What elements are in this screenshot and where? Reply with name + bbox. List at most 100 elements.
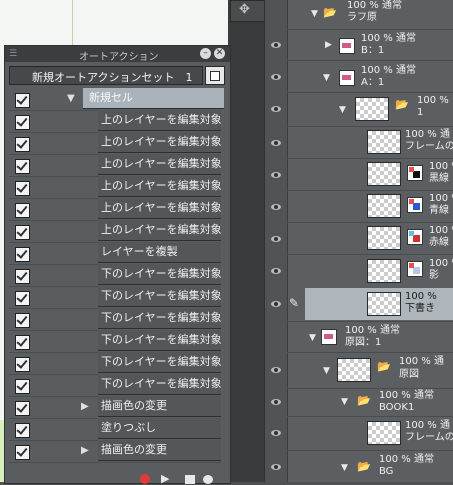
- eye-icon[interactable]: [271, 74, 281, 80]
- collapse-arrow-icon[interactable]: ▼: [311, 9, 318, 19]
- action-toolbar: ▶: [5, 472, 230, 485]
- enable-checkbox[interactable]: [15, 291, 30, 306]
- layer-thumbnail: [337, 358, 371, 382]
- enable-checkbox[interactable]: [15, 335, 30, 350]
- layer-row-kage[interactable]: 100 % 影: [265, 255, 453, 287]
- layer-row-rafu[interactable]: ▼ 📂 100 % 通常 ラフ原: [265, 0, 453, 26]
- enable-checkbox[interactable]: [15, 445, 30, 460]
- action-row[interactable]: 下のレイヤーを編集対象: [9, 330, 221, 353]
- eye-icon[interactable]: [271, 236, 281, 242]
- collapse-arrow-icon[interactable]: ▼: [341, 463, 348, 473]
- layer-row-genzu-folder[interactable]: ▼ 100 % 通常 原図：1: [265, 322, 453, 352]
- eye-icon[interactable]: [271, 367, 281, 373]
- action-row[interactable]: 下のレイヤーを編集対象: [9, 308, 221, 331]
- window-titlebar[interactable]: ☰ オートアクション – ✕: [5, 46, 230, 63]
- layer-row-kuro[interactable]: 100 % 黒線: [265, 159, 453, 189]
- layer-row-ao[interactable]: 100 % 青線: [265, 191, 453, 221]
- enable-checkbox[interactable]: [15, 225, 30, 240]
- layer-mode: 100 % 通: [405, 129, 450, 140]
- action-label: 上のレイヤーを編集対象: [98, 110, 221, 131]
- action-set-select[interactable]: 新規オートアクションセット 1: [9, 66, 203, 85]
- layer-row-b1[interactable]: ▶ 100 % 通常 B：1: [265, 30, 453, 58]
- action-row[interactable]: レイヤーを複製: [9, 242, 221, 265]
- enable-checkbox[interactable]: [15, 203, 30, 218]
- color-swatch-icon: [407, 261, 423, 277]
- enable-checkbox[interactable]: [15, 115, 30, 130]
- action-row[interactable]: ▶ 描画色の変更: [9, 396, 221, 419]
- action-label: 上のレイヤーを編集対象: [98, 154, 221, 175]
- pen-icon: ✎: [289, 296, 300, 310]
- action-row[interactable]: 上のレイヤーを編集対象: [9, 154, 221, 177]
- eye-icon[interactable]: [271, 301, 281, 307]
- layer-thumbnail: [367, 259, 401, 283]
- enable-checkbox[interactable]: [15, 313, 30, 328]
- action-row[interactable]: 下のレイヤーを編集対象: [9, 264, 221, 287]
- expand-arrow-icon[interactable]: ▶: [81, 445, 89, 456]
- tool-strip: ✥: [228, 0, 266, 482]
- enable-checkbox[interactable]: [15, 357, 30, 372]
- action-row[interactable]: 上のレイヤーを編集対象: [9, 110, 221, 133]
- record-button[interactable]: [140, 474, 150, 484]
- layer-name: 青線: [429, 205, 449, 216]
- enable-checkbox[interactable]: [15, 379, 30, 394]
- collapse-arrow-icon[interactable]: ▼: [323, 366, 330, 376]
- eye-icon[interactable]: [271, 268, 281, 274]
- minimize-icon[interactable]: –: [200, 48, 211, 59]
- eye-icon[interactable]: [271, 172, 281, 178]
- layer-row-a1[interactable]: ▼ 100 % 通常 A：1: [265, 61, 453, 91]
- delete-action-button[interactable]: [203, 475, 213, 484]
- collapse-arrow-icon[interactable]: ▼: [67, 93, 75, 104]
- grip-icon[interactable]: ☰: [9, 49, 17, 59]
- eye-icon[interactable]: [271, 140, 281, 146]
- action-row[interactable]: 下のレイヤーを編集対象: [9, 374, 221, 397]
- enable-checkbox[interactable]: [15, 93, 30, 108]
- enable-checkbox[interactable]: [15, 181, 30, 196]
- enable-checkbox[interactable]: [15, 137, 30, 152]
- enable-checkbox[interactable]: [15, 401, 30, 416]
- new-action-button[interactable]: [185, 475, 195, 484]
- collapse-arrow-icon[interactable]: ▼: [339, 105, 346, 115]
- tool-button[interactable]: ✥: [230, 0, 266, 22]
- expand-arrow-icon[interactable]: ▶: [325, 40, 332, 50]
- action-label: 下のレイヤーを編集対象: [98, 352, 221, 373]
- eye-icon[interactable]: [271, 464, 281, 470]
- eye-icon[interactable]: [271, 399, 281, 405]
- color-swatch-icon: [407, 197, 423, 213]
- action-label: 描画色の変更: [98, 440, 221, 461]
- layer-row-frame2[interactable]: 100 % 通 フレームの□: [265, 417, 453, 449]
- eye-icon[interactable]: [271, 42, 281, 48]
- layer-row-shitagaki[interactable]: 100 % 下書き: [305, 288, 453, 320]
- enable-checkbox[interactable]: [15, 247, 30, 262]
- enable-checkbox[interactable]: [15, 269, 30, 284]
- layer-row-frame[interactable]: 100 % 通 フレームの□: [265, 127, 453, 157]
- layer-row-book1[interactable]: ▼ 📂 100 % 通常 BOOK1: [265, 389, 453, 415]
- play-button[interactable]: ▶: [161, 472, 169, 485]
- action-row[interactable]: 上のレイヤーを編集対象: [9, 132, 221, 155]
- layer-row-aka[interactable]: 100 % 赤線: [265, 223, 453, 253]
- collapse-arrow-icon[interactable]: ▼: [309, 333, 316, 343]
- layer-row-genzu[interactable]: ▼ 📂 100 % 通 原図: [265, 353, 453, 387]
- eye-icon[interactable]: [271, 430, 281, 436]
- layer-name: 影: [429, 270, 439, 281]
- action-row[interactable]: 塗りつぶし: [9, 418, 221, 441]
- close-icon[interactable]: ✕: [214, 48, 225, 59]
- enable-checkbox[interactable]: [15, 423, 30, 438]
- layer-mode: 100 % 通常: [379, 454, 434, 465]
- action-row[interactable]: 上のレイヤーを編集対象: [9, 220, 221, 243]
- action-row[interactable]: ▶ 描画色の変更: [9, 440, 221, 463]
- layer-thumbnail: [367, 162, 401, 186]
- enable-checkbox[interactable]: [15, 159, 30, 174]
- layer-row-bg[interactable]: ▼ 📂 100 % 通常 BG: [265, 451, 453, 482]
- action-row[interactable]: 上のレイヤーを編集対象: [9, 198, 221, 221]
- eye-icon[interactable]: [271, 204, 281, 210]
- action-set-menu-button[interactable]: [205, 66, 225, 85]
- eye-icon[interactable]: [271, 106, 281, 112]
- action-group-row[interactable]: ▼ 新規セル: [9, 88, 224, 111]
- collapse-arrow-icon[interactable]: ▼: [341, 397, 348, 407]
- action-row[interactable]: 下のレイヤーを編集対象: [9, 352, 221, 375]
- action-row[interactable]: 下のレイヤーを編集対象: [9, 286, 221, 309]
- collapse-arrow-icon[interactable]: ▼: [323, 73, 330, 83]
- action-row[interactable]: 上のレイヤーを編集対象: [9, 176, 221, 199]
- expand-arrow-icon[interactable]: ▶: [81, 401, 89, 412]
- layer-row-cel-1[interactable]: ▼ 📂 100 % 1: [265, 93, 453, 125]
